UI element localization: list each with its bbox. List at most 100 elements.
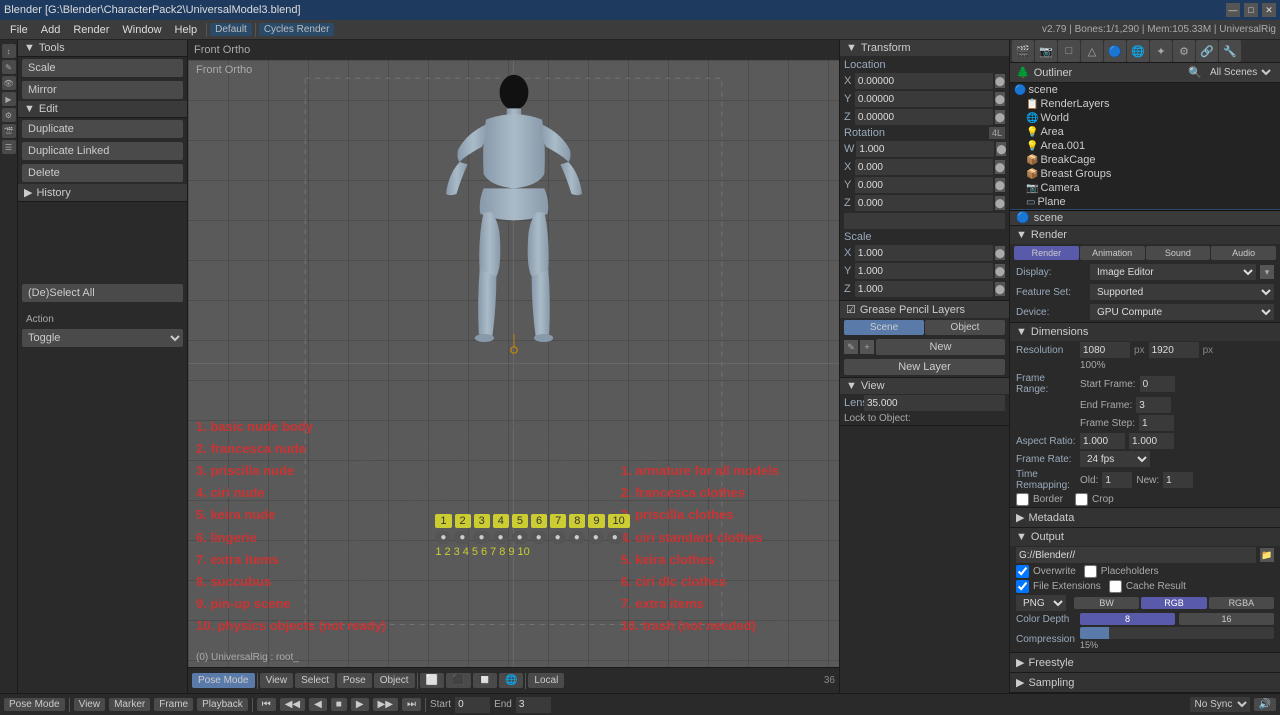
scale-z-btn[interactable]: ⬤	[995, 282, 1005, 296]
gp-new-btn[interactable]: New	[876, 339, 1005, 355]
oi-scene[interactable]: 🔵 scene	[1010, 83, 1280, 97]
gp-scene-tab[interactable]: Scene	[844, 320, 924, 335]
bb-frame-btn[interactable]: Frame	[154, 698, 193, 711]
placeholders-checkbox[interactable]	[1084, 565, 1097, 578]
oi-camera[interactable]: 📷 Camera	[1010, 181, 1280, 195]
material-icon-btn[interactable]: 🔵	[1104, 40, 1126, 62]
framerate-select[interactable]: 24 fps	[1080, 451, 1150, 467]
delete-button[interactable]: Delete	[22, 164, 183, 182]
gp-add-btn[interactable]: +	[860, 340, 874, 354]
strip-edit-icon[interactable]: ✎	[2, 60, 16, 74]
deselect-all-button[interactable]: (De)Select All	[22, 284, 183, 302]
duplicate-linked-button[interactable]: Duplicate Linked	[22, 142, 183, 160]
strip-phys-icon[interactable]: ⚙	[2, 108, 16, 122]
oi-renderlayers[interactable]: 📋 RenderLayers	[1010, 97, 1280, 111]
gp-pencil-btn[interactable]: ✎	[844, 340, 858, 354]
modifier-icon-btn[interactable]: 🔧	[1219, 40, 1241, 62]
strip-view-icon[interactable]: 👁	[2, 76, 16, 90]
loc-y-btn[interactable]: ⬤	[995, 92, 1005, 106]
render-section-header[interactable]: ▼ Render	[1010, 226, 1280, 244]
window-controls[interactable]: — □ ✕	[1226, 3, 1276, 17]
pose-btn[interactable]: Pose	[337, 673, 372, 688]
bw-mode-btn[interactable]: BW	[1074, 597, 1139, 609]
constraint-icon-btn[interactable]: 🔗	[1196, 40, 1218, 62]
duplicate-button[interactable]: Duplicate	[22, 120, 183, 138]
format-select[interactable]: PNG	[1016, 595, 1066, 611]
stop-btn[interactable]: ■	[331, 698, 347, 711]
render-tab-audio[interactable]: Audio	[1211, 246, 1276, 260]
rot-x-input[interactable]	[855, 159, 993, 175]
minimize-btn[interactable]: —	[1226, 3, 1240, 17]
layout-badge[interactable]: Default	[210, 23, 252, 36]
scale-z-input[interactable]	[855, 281, 993, 297]
crop-checkbox[interactable]	[1075, 493, 1088, 506]
maximize-btn[interactable]: □	[1244, 3, 1258, 17]
play-reverse-btn[interactable]: ◀	[309, 698, 327, 711]
transform-header[interactable]: ▼ Transform	[840, 40, 1009, 56]
rot-w-input[interactable]	[856, 141, 994, 157]
res-x-input[interactable]	[1080, 342, 1130, 358]
output-header[interactable]: ▼ Output	[1010, 528, 1280, 546]
render-tab-sound[interactable]: Sound	[1146, 246, 1211, 260]
output-path-btn[interactable]: 📁	[1260, 548, 1274, 562]
next-key-btn[interactable]: ▶▶	[373, 698, 398, 711]
bb-marker-btn[interactable]: Marker	[109, 698, 150, 711]
tools-header[interactable]: ▼ Tools	[18, 40, 187, 57]
loc-x-btn[interactable]: ⬤	[995, 74, 1005, 88]
texture-btn[interactable]: 🔲	[473, 673, 497, 688]
feature-set-select[interactable]: Supported	[1090, 284, 1274, 300]
lens-input[interactable]	[864, 395, 1005, 411]
object-toolbar-btn[interactable]: Object	[374, 673, 415, 688]
bb-view-btn[interactable]: View	[74, 698, 106, 711]
remap-old-input[interactable]	[1102, 472, 1132, 488]
world-icon-btn[interactable]: 🌐	[1127, 40, 1149, 62]
solid-btn[interactable]: ⬛	[446, 673, 470, 688]
bb-start-input[interactable]	[455, 697, 490, 713]
loc-z-input[interactable]	[855, 109, 993, 125]
rot-y-btn[interactable]: ⬤	[995, 178, 1005, 192]
grease-pencil-header[interactable]: ☑ Grease Pencil Layers	[840, 301, 1009, 318]
freestyle-header[interactable]: ▶ Freestyle	[1010, 653, 1280, 672]
gp-new-layer-btn[interactable]: New Layer	[844, 359, 1005, 375]
render-icon-btn[interactable]: 📷	[1035, 40, 1057, 62]
scene-select[interactable]: All Scenes	[1206, 66, 1274, 79]
engine-badge[interactable]: Cycles Render	[259, 23, 335, 36]
rot-z-input[interactable]	[855, 195, 993, 211]
global-local-btn[interactable]: Local	[528, 673, 564, 688]
border-checkbox[interactable]	[1016, 493, 1029, 506]
scale-y-input[interactable]	[855, 263, 993, 279]
scale-x-input[interactable]	[855, 245, 993, 261]
history-header[interactable]: ▶ History	[18, 184, 187, 202]
device-select[interactable]: GPU Compute	[1090, 304, 1274, 320]
viewport-canvas[interactable]: Front Ortho (0) UniversalRig : root_ 1. …	[188, 60, 839, 667]
scale-x-btn[interactable]: ⬤	[995, 246, 1005, 260]
cache-checkbox[interactable]	[1109, 580, 1122, 593]
scale-y-btn[interactable]: ⬤	[995, 264, 1005, 278]
oi-plane[interactable]: ▭ Plane	[1010, 195, 1280, 209]
menu-help[interactable]: Help	[169, 22, 204, 38]
fileext-checkbox[interactable]	[1016, 580, 1029, 593]
scene-icon-btn[interactable]: 🎬	[1012, 40, 1034, 62]
render-tab-animation[interactable]: Animation	[1080, 246, 1145, 260]
strip-misc-icon[interactable]: ☰	[2, 140, 16, 154]
menu-window[interactable]: Window	[116, 22, 167, 38]
menu-file[interactable]: File	[4, 22, 34, 38]
rot-mode-badge[interactable]: 4L	[989, 127, 1005, 139]
oi-breakage[interactable]: 📦 BreakCage	[1010, 153, 1280, 167]
aspect-x-input[interactable]	[1080, 433, 1125, 449]
strip-anim-icon[interactable]: ▶	[2, 92, 16, 106]
select-btn[interactable]: Select	[295, 673, 335, 688]
strip-render-icon[interactable]: 🎬	[2, 124, 16, 138]
frame-step-input[interactable]	[1139, 415, 1174, 431]
view-btn[interactable]: View	[260, 673, 294, 688]
sync-select[interactable]: No Sync	[1190, 697, 1250, 712]
rot-x-btn[interactable]: ⬤	[995, 160, 1005, 174]
rot-w-btn[interactable]: ⬤	[996, 142, 1006, 156]
action-select[interactable]: Toggle	[22, 329, 183, 347]
remap-new-input[interactable]	[1163, 472, 1193, 488]
loc-y-input[interactable]	[855, 91, 993, 107]
go-end-btn[interactable]: ⏭	[402, 698, 421, 711]
physics-icon-btn[interactable]: ⚙	[1173, 40, 1195, 62]
output-path-input[interactable]	[1016, 547, 1256, 563]
loc-x-input[interactable]	[855, 73, 993, 89]
